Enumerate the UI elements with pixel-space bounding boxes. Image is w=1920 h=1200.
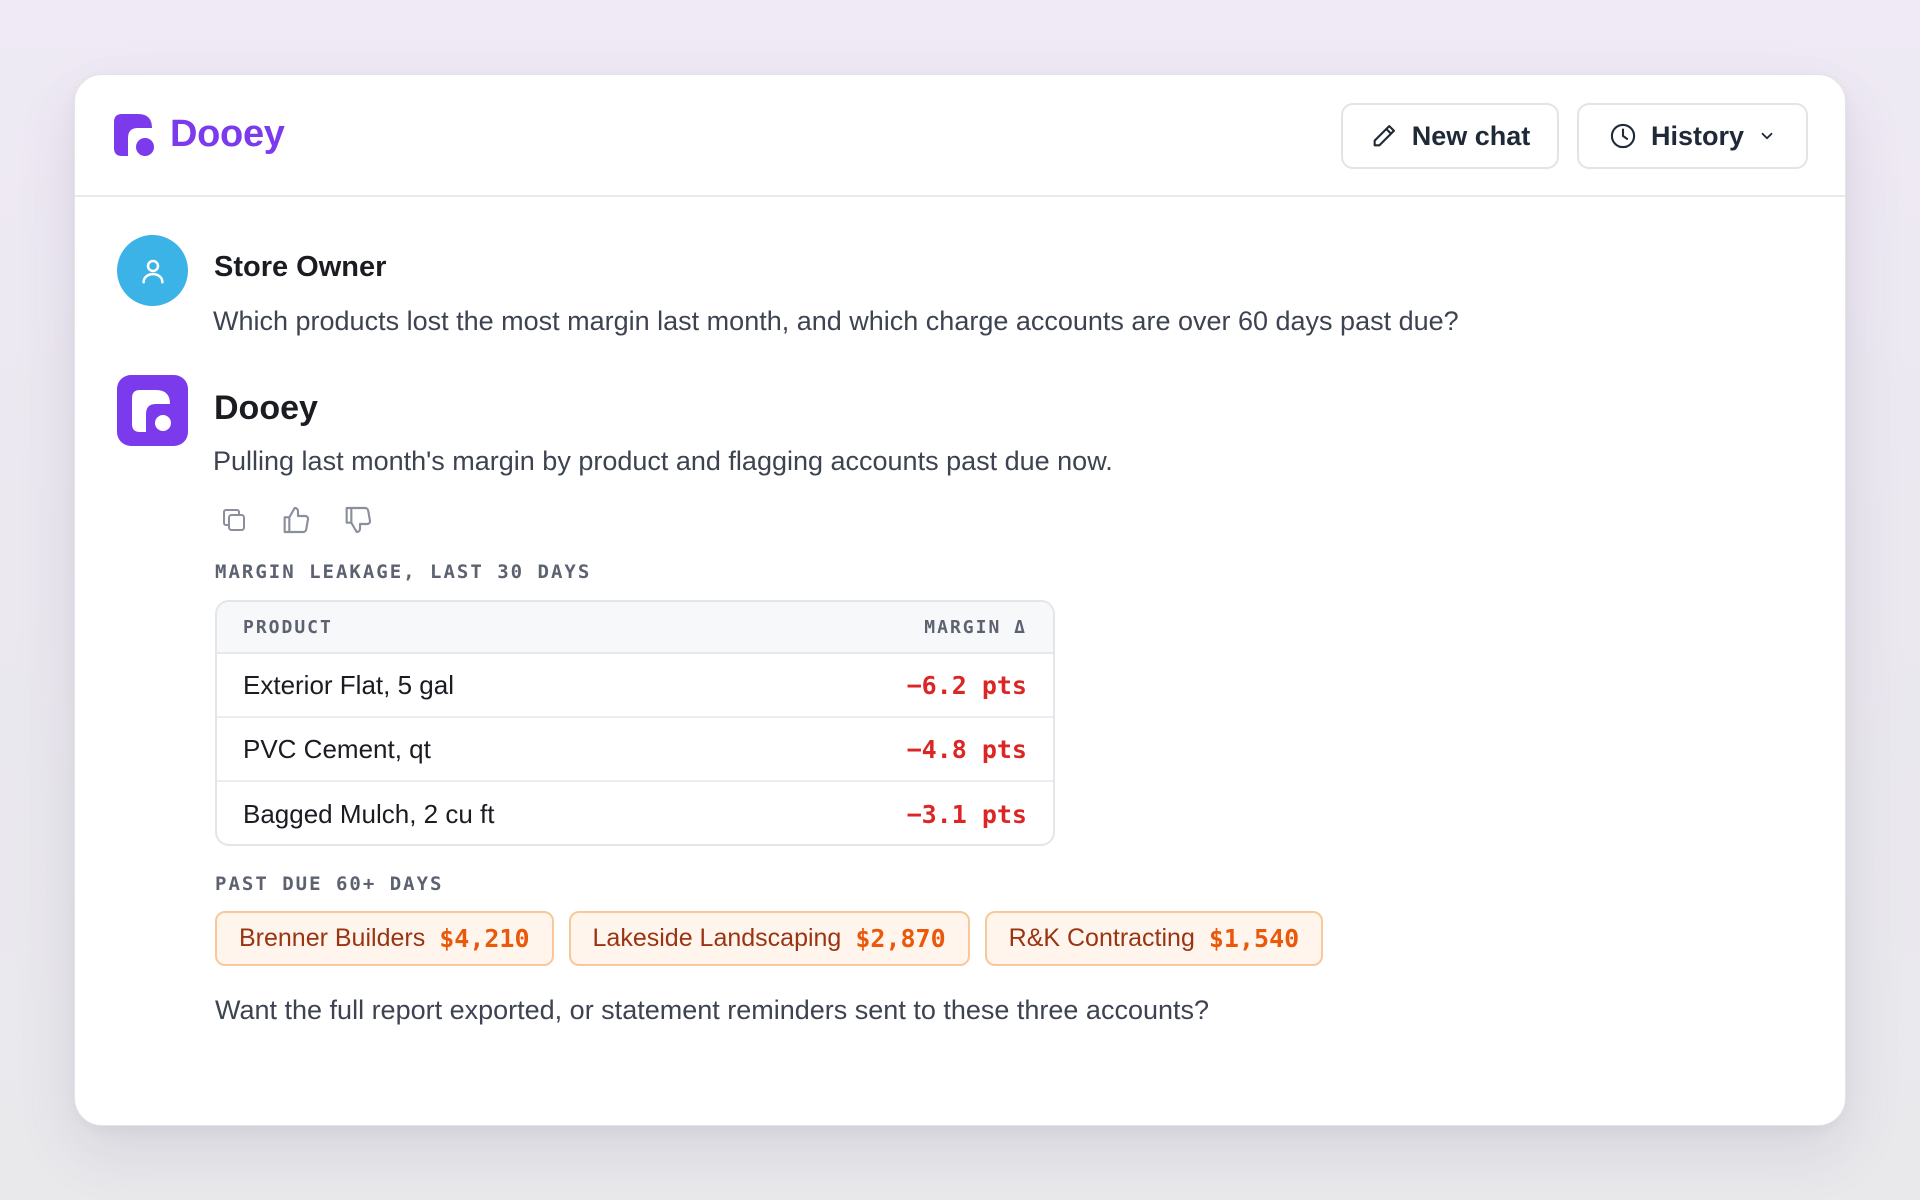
column-header-margin: MARGIN Δ bbox=[924, 616, 1027, 638]
assistant-message: Dooey Pulling last month's margin by pro… bbox=[117, 375, 1717, 476]
chat-window: Dooey New chat History Store Owner Which… bbox=[74, 74, 1846, 1126]
dooey-logo-icon bbox=[114, 113, 154, 156]
account-chip[interactable]: Lakeside Landscaping $2,870 bbox=[568, 911, 970, 966]
account-chip[interactable]: Brenner Builders $4,210 bbox=[215, 911, 554, 966]
product-name: PVC Cement, qt bbox=[243, 733, 431, 764]
pencil-icon bbox=[1373, 125, 1395, 147]
brand[interactable]: Dooey bbox=[114, 113, 285, 156]
thumbs-down-icon bbox=[345, 506, 372, 534]
user-sender-name: Store Owner bbox=[214, 251, 387, 283]
assistant-avatar bbox=[117, 375, 188, 446]
new-chat-label: New chat bbox=[1411, 120, 1531, 151]
table-row: Bagged Mulch, 2 cu ft −3.1 pts bbox=[217, 782, 1053, 844]
margin-delta: −3.1 pts bbox=[906, 799, 1027, 829]
user-message-text: Which products lost the most margin last… bbox=[213, 306, 1459, 336]
new-chat-button[interactable]: New chat bbox=[1341, 103, 1559, 169]
margin-delta: −4.8 pts bbox=[906, 734, 1027, 764]
brand-name: Dooey bbox=[170, 113, 285, 155]
past-due-section-label: PAST DUE 60+ DAYS bbox=[215, 873, 444, 895]
copy-button[interactable] bbox=[215, 501, 253, 539]
history-button[interactable]: History bbox=[1577, 103, 1808, 169]
thumbs-down-button[interactable] bbox=[339, 501, 377, 539]
product-name: Bagged Mulch, 2 cu ft bbox=[243, 798, 495, 829]
thumbs-up-icon bbox=[283, 506, 310, 534]
margin-table: PRODUCT MARGIN Δ Exterior Flat, 5 gal −6… bbox=[215, 600, 1055, 846]
top-bar: Dooey New chat History bbox=[75, 75, 1845, 197]
margin-delta: −6.2 pts bbox=[906, 670, 1027, 700]
user-avatar bbox=[117, 235, 188, 306]
table-header: PRODUCT MARGIN Δ bbox=[217, 602, 1053, 654]
account-amount: $4,210 bbox=[439, 924, 530, 953]
account-name: Brenner Builders bbox=[239, 924, 426, 952]
account-name: Lakeside Landscaping bbox=[592, 924, 842, 952]
history-label: History bbox=[1650, 120, 1745, 151]
column-header-product: PRODUCT bbox=[243, 616, 333, 638]
clock-icon bbox=[1610, 123, 1636, 149]
thumbs-up-button[interactable] bbox=[277, 501, 315, 539]
table-row: Exterior Flat, 5 gal −6.2 pts bbox=[217, 654, 1053, 718]
table-row: PVC Cement, qt −4.8 pts bbox=[217, 718, 1053, 782]
chevron-down-icon bbox=[1761, 132, 1773, 140]
product-name: Exterior Flat, 5 gal bbox=[243, 669, 454, 700]
user-icon bbox=[141, 259, 164, 283]
message-actions bbox=[215, 501, 377, 539]
margin-section-label: MARGIN LEAKAGE, LAST 30 DAYS bbox=[215, 561, 592, 583]
copy-icon bbox=[223, 509, 245, 531]
assistant-intro-text: Pulling last month's margin by product a… bbox=[213, 446, 1113, 476]
account-name: R&K Contracting bbox=[1008, 924, 1195, 952]
account-chip[interactable]: R&K Contracting $1,540 bbox=[984, 911, 1324, 966]
user-message: Store Owner Which products lost the most… bbox=[117, 235, 1717, 365]
account-amount: $1,540 bbox=[1208, 924, 1300, 953]
assistant-sender-name: Dooey bbox=[214, 389, 318, 427]
assistant-followup-text: Want the full report exported, or statem… bbox=[215, 995, 1210, 1025]
dooey-logo-icon bbox=[131, 389, 171, 432]
past-due-accounts: Brenner Builders $4,210 Lakeside Landsca… bbox=[215, 911, 1324, 966]
account-amount: $2,870 bbox=[855, 924, 946, 953]
